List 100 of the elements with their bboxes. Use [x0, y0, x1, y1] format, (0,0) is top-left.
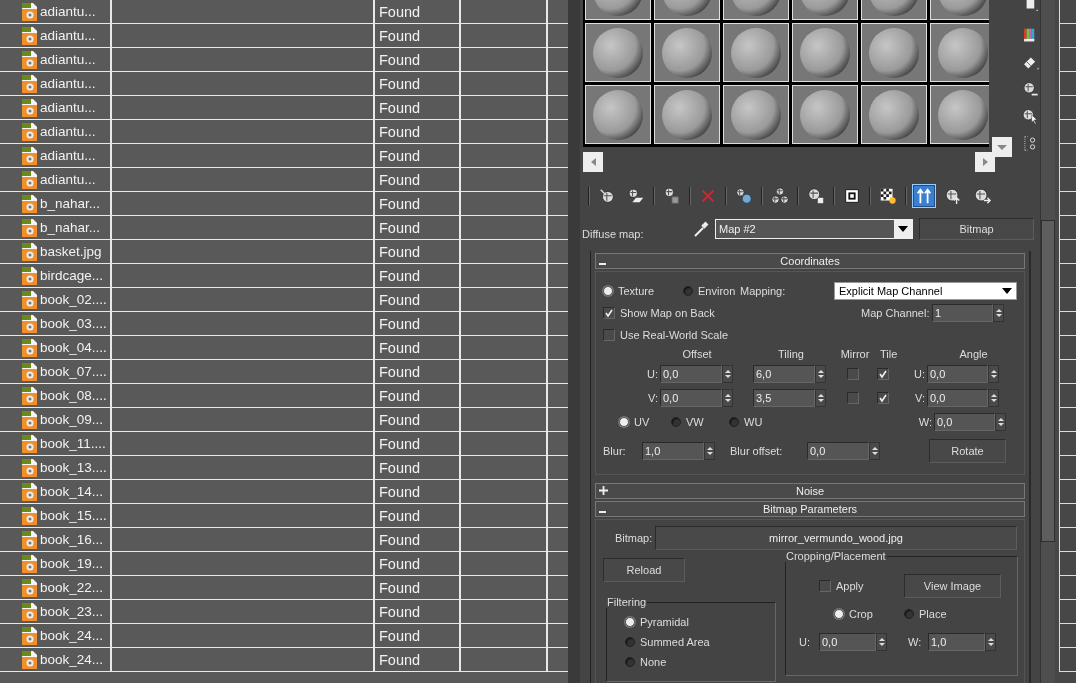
spinner-button[interactable] [988, 389, 999, 407]
image-file-icon [20, 241, 38, 262]
checkbox[interactable] [847, 368, 859, 380]
radio-button[interactable] [603, 286, 613, 296]
number-field[interactable]: 0,0 [927, 389, 988, 407]
spinner-button[interactable] [993, 304, 1004, 322]
radio-button[interactable] [729, 417, 739, 427]
checkbox[interactable] [877, 392, 889, 404]
spinner-button[interactable] [722, 365, 733, 383]
material-slot[interactable] [654, 85, 720, 144]
dropdown-button[interactable] [992, 137, 1012, 157]
radio-button[interactable] [834, 609, 844, 619]
scroll-left-button[interactable] [583, 152, 603, 172]
radio-button[interactable] [671, 417, 681, 427]
radio-button[interactable] [619, 417, 629, 427]
checkbox[interactable] [847, 392, 859, 404]
scrollbar[interactable] [1040, 0, 1055, 683]
spinner-button[interactable] [722, 389, 733, 407]
eyedropper-icon[interactable] [692, 220, 710, 238]
reload-button[interactable]: Reload [603, 558, 685, 582]
rotate-button[interactable]: Rotate [929, 439, 1006, 463]
checkbox[interactable] [603, 307, 615, 319]
material-slot[interactable] [861, 23, 927, 82]
rollout-header[interactable]: Coordinates [595, 253, 1025, 269]
label: U: [646, 368, 658, 380]
material-slot[interactable] [861, 85, 927, 144]
status-text: Found [378, 507, 421, 524]
material-slot[interactable] [930, 23, 990, 82]
label: W: [917, 416, 932, 428]
material-slot[interactable] [723, 85, 789, 144]
table-cell [1059, 96, 1076, 120]
number-field[interactable]: 1,0 [928, 633, 985, 651]
number-field[interactable]: 0,0 [819, 633, 876, 651]
status-text: Found [378, 555, 421, 572]
file-name: book_19... [40, 556, 104, 571]
material-slot[interactable] [585, 85, 651, 144]
spinner-button[interactable] [988, 365, 999, 383]
toolbar-button[interactable] [912, 184, 936, 208]
map-dropdown[interactable]: Map #2 [715, 219, 913, 239]
material-slot[interactable] [585, 23, 651, 82]
file-name: adiantu... [40, 124, 96, 139]
table-cell [1059, 0, 1076, 24]
radio-button[interactable] [625, 637, 635, 647]
table-cell [1059, 240, 1076, 264]
file-name: book_24... [40, 628, 104, 643]
number-field[interactable]: 0,0 [807, 442, 869, 460]
file-name: adiantu... [40, 100, 96, 115]
radio-button[interactable] [625, 617, 635, 627]
mapping-dropdown[interactable]: Explicit Map Channel [834, 282, 1017, 300]
scroll-right-button[interactable] [975, 152, 995, 172]
map-type-button[interactable]: Bitmap [919, 218, 1034, 240]
table-cell [1059, 456, 1076, 480]
bitmap-file-field[interactable]: mirror_vermundo_wood.jpg [655, 526, 1017, 550]
table-cell [1059, 504, 1076, 528]
table-cell [1059, 600, 1076, 624]
number-field[interactable]: 0,0 [660, 389, 722, 407]
file-name: b_nahar... [40, 196, 101, 211]
sphere-cursor-icon[interactable] [1020, 108, 1040, 125]
material-slot[interactable] [792, 23, 858, 82]
radio-button[interactable] [625, 657, 635, 667]
status-text: Found [378, 147, 421, 164]
file-name: book_16... [40, 532, 104, 547]
checkbox[interactable] [819, 580, 831, 592]
status-text: Found [378, 99, 421, 116]
number-field[interactable]: 0,0 [927, 365, 988, 383]
sphere-icon[interactable] [1020, 81, 1040, 98]
number-field[interactable]: 6,0 [753, 365, 815, 383]
rollout-header[interactable]: Noise [595, 483, 1025, 499]
scrollbar-thumb[interactable] [1041, 220, 1055, 542]
material-slot[interactable] [654, 23, 720, 82]
table-cell [1059, 312, 1076, 336]
number-field[interactable]: 1,0 [642, 442, 704, 460]
spinner-button[interactable] [876, 633, 887, 651]
rollout-header[interactable]: Bitmap Parameters [595, 501, 1025, 517]
spinner-button[interactable] [704, 442, 715, 460]
material-slot[interactable] [792, 85, 858, 144]
file-name: book_04.... [40, 340, 107, 355]
checkbox[interactable] [877, 368, 889, 380]
radio-button[interactable] [683, 286, 693, 296]
checkbox[interactable] [603, 329, 615, 341]
table-cell [1059, 72, 1076, 96]
file-name: book_23... [40, 604, 104, 619]
spinner-button[interactable] [815, 389, 826, 407]
group-title: Cropping/Placement [785, 550, 887, 562]
image-file-icon [20, 289, 38, 310]
radio-button[interactable] [904, 609, 914, 619]
radio-label: VW [686, 416, 704, 428]
spinner-button[interactable] [985, 633, 996, 651]
view-image-button[interactable]: View Image [904, 574, 1001, 598]
number-field[interactable]: 3,5 [753, 389, 815, 407]
number-field[interactable]: 1 [932, 304, 993, 322]
number-field[interactable]: 0,0 [934, 413, 995, 431]
spheres-icon [771, 187, 789, 205]
spinner-button[interactable] [815, 365, 826, 383]
number-field[interactable]: 0,0 [660, 365, 722, 383]
material-slot[interactable] [930, 85, 990, 144]
material-slot[interactable] [723, 23, 789, 82]
status-text: Found [378, 27, 421, 44]
spinner-button[interactable] [869, 442, 880, 460]
spinner-button[interactable] [995, 413, 1006, 431]
